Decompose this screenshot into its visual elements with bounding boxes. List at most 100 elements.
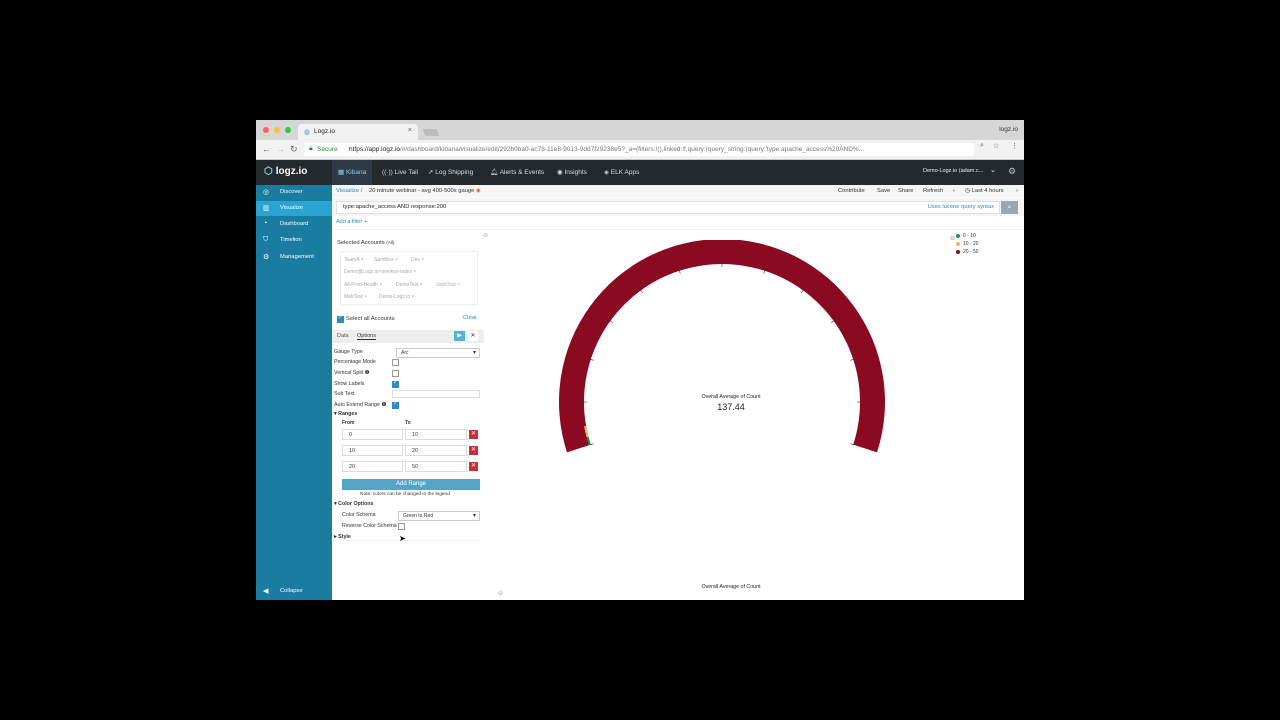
tab-data[interactable]: Data (337, 333, 349, 339)
logz-favicon-icon: ◍ (304, 129, 311, 136)
range-to-input[interactable]: 20 (405, 445, 467, 456)
search-button[interactable]: ⌕ (1001, 201, 1018, 214)
breadcrumb-parent: Visualize (336, 188, 360, 194)
url-text[interactable]: https://app.logz.io/#/dashboard/kibana/v… (349, 146, 864, 153)
clear-link[interactable]: Clear (463, 315, 477, 321)
sidebar-item-dashboard[interactable]: ◔ Dashboard (256, 217, 332, 232)
sub-text-input[interactable] (392, 390, 480, 398)
nav-label: ELK Apps (610, 169, 640, 176)
accounts-list[interactable]: TeamA × Sandbox × Dev × Demo@Logz.io-tim… (340, 251, 478, 305)
bookmark-star-icon[interactable]: ☆ (993, 142, 999, 150)
info-icon: ❶ (364, 370, 370, 376)
zoom-icon[interactable]: ⌕ (980, 142, 984, 150)
ranges-section-toggle[interactable]: ▾ Ranges (334, 411, 357, 417)
add-range-button[interactable]: Add Range (342, 479, 480, 490)
apply-changes-button[interactable]: ▶ (454, 331, 465, 341)
lock-icon: 🔒︎ (309, 145, 313, 152)
chip-label: TeamA (344, 257, 360, 263)
percentage-mode-checkbox[interactable] (392, 359, 399, 366)
close-window-icon[interactable] (263, 127, 269, 133)
sidebar-collapse[interactable]: ◀ Collapse (256, 584, 332, 599)
add-filter-link[interactable]: Add a filter + (336, 219, 367, 225)
color-options-toggle[interactable]: ▾ Color Options (334, 501, 373, 507)
lucene-syntax-link[interactable]: Uses lucene query syntax (928, 204, 994, 210)
range-from-input[interactable]: 20 (342, 461, 403, 472)
settings-gear-icon[interactable]: ⚙ (1008, 166, 1016, 177)
account-chip[interactable]: MattTest × (344, 294, 367, 300)
chevron-down-icon[interactable]: ⌄ (990, 166, 996, 174)
nav-elk-apps[interactable]: ◈ ELK Apps (598, 160, 645, 185)
new-tab-button[interactable] (422, 129, 440, 136)
nav-insights[interactable]: ◉ Insights (551, 160, 593, 185)
gauge-type-select[interactable]: Arc ▾ (396, 348, 480, 358)
shield-icon: ⛉ (263, 236, 269, 243)
show-labels-checkbox[interactable] (392, 380, 399, 388)
range-to-input[interactable]: 10 (405, 429, 467, 440)
auto-extend-checkbox[interactable] (392, 401, 399, 409)
menu-dots-icon[interactable]: ⋮ (1011, 142, 1018, 150)
legend-item[interactable]: 10 - 20 (956, 241, 979, 249)
back-arrow-icon[interactable]: ← (262, 144, 271, 154)
prev-time-icon[interactable]: ‹ (953, 188, 955, 194)
reload-icon[interactable]: ↻ (290, 144, 298, 155)
account-chip[interactable]: Dev × (411, 257, 424, 263)
tab-options[interactable]: Options (357, 333, 376, 340)
range-from-input[interactable]: 0 (342, 429, 403, 440)
legend-item[interactable]: 20 - 50 (956, 249, 979, 257)
forward-arrow-icon[interactable]: → (276, 144, 285, 154)
color-schema-select[interactable]: Green to Red ▾ (398, 511, 480, 521)
nav-alerts-events[interactable]: 🔔︎ Alerts & Events (484, 160, 550, 185)
tab-close-icon[interactable]: × (408, 127, 412, 134)
sidebar-item-management[interactable]: ⚙ Management (256, 250, 332, 265)
timepicker-button[interactable]: ◷ Last 4 hours (965, 188, 1004, 194)
discard-changes-button[interactable]: ✕ (468, 331, 478, 341)
account-chip[interactable]: Demo-Logz.io × (379, 294, 414, 300)
account-chip[interactable]: Demo@Logz.io-timeless-index × (344, 269, 416, 275)
refresh-button[interactable]: Refresh (923, 188, 943, 194)
breadcrumb-visualize-link[interactable]: Visualize / (336, 188, 362, 194)
zoom-window-icon[interactable] (285, 127, 291, 133)
account-chip[interactable]: TeamA × (344, 257, 364, 263)
vertical-split-checkbox[interactable] (392, 370, 399, 377)
account-selector[interactable]: Demo-Logz.io (adam.c... (923, 168, 983, 174)
legend-item[interactable]: 0 - 10 (956, 233, 979, 241)
info-icon: ❶ (381, 402, 387, 408)
minimize-window-icon[interactable] (274, 127, 280, 133)
account-chip[interactable]: Sandbox × (374, 257, 398, 263)
remove-range-button[interactable]: ✕ (469, 462, 478, 471)
mouse-pointer-icon: ➤ (399, 534, 406, 543)
collapse-chart-icon[interactable]: ⊖ (498, 590, 503, 597)
select-all-checkbox[interactable] (337, 315, 344, 323)
range-from-input[interactable]: 10 (342, 445, 403, 456)
remove-range-button[interactable]: ✕ (469, 446, 478, 455)
range-to-input[interactable]: 50 (405, 461, 467, 472)
remove-range-button[interactable]: ✕ (469, 430, 478, 439)
contribute-button[interactable]: Contribute (838, 188, 865, 194)
logz-logo[interactable]: ⬡ logz.io (264, 166, 307, 177)
range-to-value: 20 (412, 448, 418, 454)
share-button[interactable]: Share (898, 188, 913, 194)
account-chip[interactable]: JoshTest × (436, 282, 460, 288)
collapse-panel-icon[interactable]: ⊖ (483, 232, 488, 239)
account-chip[interactable]: All-Prod-Health × (344, 282, 382, 288)
chip-label: JoshTest (436, 282, 456, 288)
sidebar-item-visualize[interactable]: ▥ Visualize (256, 201, 332, 216)
sidebar-item-discover[interactable]: ◎ Discover (256, 185, 332, 200)
address-bar[interactable]: 🔒︎ Secure https://app.logz.io/#/dashboar… (304, 143, 974, 156)
gauge-tick (640, 289, 643, 293)
sidebar-item-timelion[interactable]: ⛉ Timelion (256, 233, 332, 248)
search-input[interactable]: type:apache_access AND response:200 Uses… (336, 201, 1000, 214)
nav-live-tail[interactable]: ((·)) Live Tail (376, 160, 424, 185)
account-chip[interactable]: DemoTest × (396, 282, 423, 288)
nav-kibana[interactable]: ▦ Kibana (332, 160, 373, 185)
next-time-icon[interactable]: › (1016, 188, 1018, 194)
legend-toggle-icon[interactable]: ⊖ (950, 235, 955, 242)
save-button[interactable]: Save (877, 188, 890, 194)
browser-tab[interactable]: ◍ Logz.io × (298, 124, 418, 140)
range-to-value: 10 (412, 432, 418, 438)
legend-label: 10 - 20 (963, 241, 979, 247)
compass-icon: ◎ (263, 189, 270, 196)
reverse-schema-checkbox[interactable] (398, 523, 405, 530)
gear-icon: ⚙ (263, 254, 270, 261)
nav-log-shipping[interactable]: ➚ Log Shipping (422, 160, 479, 185)
